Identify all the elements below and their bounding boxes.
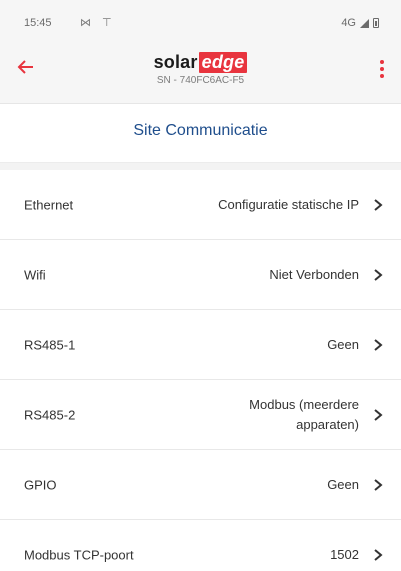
status-right-group: 4G: [341, 17, 379, 29]
chevron-right-icon: [373, 548, 385, 562]
network-type: 4G: [341, 17, 356, 29]
chevron-right-icon: [373, 408, 385, 422]
row-label: RS485-1: [24, 337, 76, 352]
logo-edge-text: edge: [198, 52, 248, 73]
row-value: Configuratie statische IP: [218, 196, 359, 212]
row-value: 1502: [330, 546, 359, 562]
settings-row-rs485-2[interactable]: RS485-2 Modbus (meerdere apparaten): [0, 380, 401, 450]
chevron-right-icon: [373, 268, 385, 282]
serial-number: SN - 740FC6AC-F5: [156, 75, 245, 86]
section-divider: [0, 162, 401, 170]
chevron-right-icon: [373, 338, 385, 352]
settings-row-ethernet[interactable]: Ethernet Configuratie statische IP: [0, 170, 401, 240]
settings-row-gpio[interactable]: GPIO Geen: [0, 450, 401, 520]
kebab-menu-icon[interactable]: [377, 60, 387, 84]
row-label: RS485-2: [24, 407, 76, 422]
row-value: Geen: [327, 476, 359, 492]
signal-icon: [360, 18, 369, 28]
status-bar: 15:45 ⋈ ⊤ 4G: [0, 0, 401, 40]
row-label: Wifi: [24, 267, 46, 282]
row-label: Modbus TCP-poort: [24, 547, 134, 562]
solaredge-logo: solar edge: [154, 52, 248, 73]
row-value: Geen: [327, 336, 359, 352]
battery-icon: [373, 18, 379, 28]
chevron-right-icon: [373, 478, 385, 492]
status-time: 15:45: [24, 17, 52, 29]
row-label: Ethernet: [24, 197, 74, 212]
notification-icons: ⋈ ⊤: [80, 17, 116, 29]
row-label: GPIO: [24, 477, 57, 492]
row-value: Modbus (meerdere apparaten): [249, 396, 359, 432]
app-bar: solar edge SN - 740FC6AC-F5: [0, 40, 401, 104]
settings-row-modbus-tcp[interactable]: Modbus TCP-poort 1502: [0, 520, 401, 571]
page-title: Site Communicatie: [133, 122, 268, 139]
chevron-right-icon: [373, 198, 385, 212]
settings-row-wifi[interactable]: Wifi Niet Verbonden: [0, 240, 401, 310]
logo-solar-text: solar: [153, 52, 198, 72]
settings-list: Ethernet Configuratie statische IP Wifi …: [0, 170, 401, 571]
row-value: Niet Verbonden: [269, 266, 359, 282]
settings-row-rs485-1[interactable]: RS485-1 Geen: [0, 310, 401, 380]
brand: solar edge SN - 740FC6AC-F5: [0, 52, 401, 86]
